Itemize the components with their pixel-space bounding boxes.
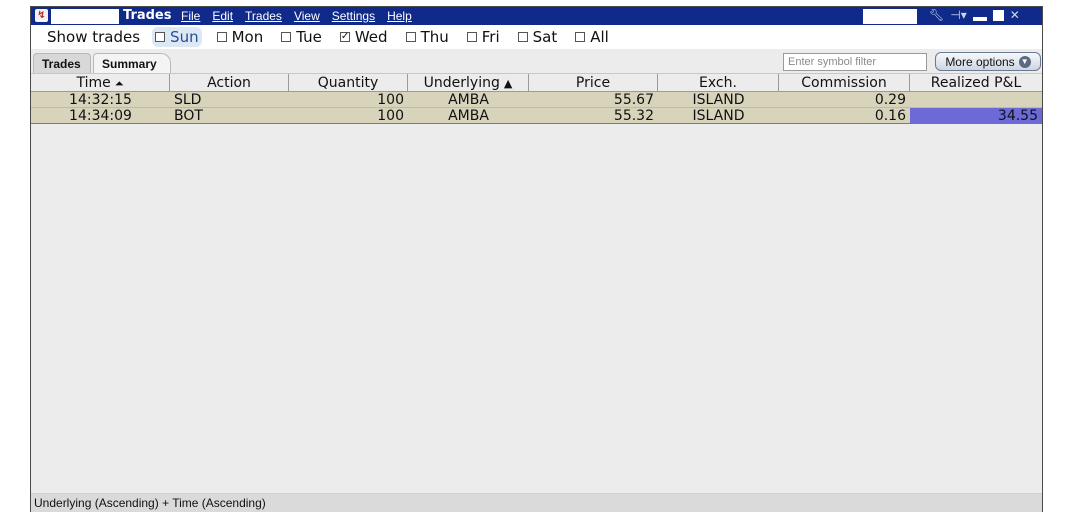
sort-double-up-icon: ⏶ [114, 77, 124, 90]
day-label: Wed [354, 28, 388, 46]
day-label: Sun [170, 28, 199, 46]
cell-action: BOT [174, 108, 203, 124]
table-row[interactable]: 14:32:15 SLD 100 AMBA 55.67 ISLAND 0.29 [31, 92, 1042, 108]
column-header-action[interactable]: Action [170, 74, 289, 92]
day-checkbox-thu[interactable]: Thu [403, 27, 452, 47]
column-header-underlying[interactable]: Underlying ▲ [408, 74, 529, 92]
status-bar: Underlying (Ascending) + Time (Ascending… [31, 493, 1042, 512]
cell-realized-pnl [910, 92, 1042, 108]
checkbox-icon[interactable] [466, 32, 477, 42]
cell-quantity: 100 [377, 108, 404, 124]
trades-table: Time ⏶ Action Quantity Underlying ▲ Price … [31, 73, 1042, 124]
cell-commission: 0.29 [874, 92, 906, 108]
day-checkbox-wed[interactable]: ✓ Wed [337, 27, 391, 47]
day-checkbox-sun[interactable]: Sun [152, 27, 202, 47]
day-checkbox-sat[interactable]: Sat [515, 27, 561, 47]
show-trades-bar: Show trades Sun Mon Tue ✓ Wed Thu Fri Sat All [31, 25, 1042, 49]
checkbox-icon[interactable] [575, 32, 586, 42]
day-checkbox-mon[interactable]: Mon [214, 27, 267, 47]
trades-window: ↯ Trades File Edit Trades View Settings … [30, 6, 1043, 512]
checkbox-icon[interactable] [517, 32, 528, 42]
column-header-time[interactable]: Time ⏶ [31, 74, 170, 92]
day-label: All [590, 28, 609, 46]
tab-trades[interactable]: Trades [33, 53, 91, 73]
title-redacted-area [51, 9, 119, 24]
more-options-label: More options [945, 54, 1015, 69]
show-trades-label: Show trades [47, 28, 141, 46]
column-header-exch[interactable]: Exch. [658, 74, 779, 92]
window-controls: 🔧︎ ⊣▾ ✕ [929, 8, 1020, 22]
day-label: Mon [231, 28, 264, 46]
checkbox-icon[interactable] [216, 32, 227, 42]
cell-action: SLD [174, 92, 202, 108]
checkbox-icon[interactable] [155, 32, 166, 42]
menu-settings[interactable]: Settings [332, 9, 375, 24]
checkbox-icon[interactable] [281, 32, 292, 42]
maximize-icon[interactable] [992, 9, 1004, 21]
wrench-icon[interactable]: 🔧︎ [929, 8, 944, 22]
app-logo-icon[interactable]: ↯ [35, 9, 48, 22]
pin-icon[interactable]: ⊣▾ [950, 8, 966, 22]
checkbox-checked-icon[interactable]: ✓ [339, 32, 350, 42]
day-checkbox-fri[interactable]: Fri [464, 27, 503, 47]
column-header-realized-pnl[interactable]: Realized P&L [910, 74, 1042, 92]
day-label: Sat [532, 28, 558, 46]
cell-time: 14:32:15 [69, 92, 132, 108]
day-checkboxes: Sun Mon Tue ✓ Wed Thu Fri Sat All [152, 27, 624, 47]
table-row[interactable]: 14:34:09 BOT 100 AMBA 55.32 ISLAND 0.16 … [31, 108, 1042, 124]
cell-quantity: 100 [377, 92, 404, 108]
sort-up-icon: ▲ [503, 77, 513, 90]
menu-help[interactable]: Help [387, 9, 412, 24]
day-label: Thu [420, 28, 449, 46]
day-checkbox-all[interactable]: All [572, 27, 612, 47]
menu-trades[interactable]: Trades [245, 9, 282, 24]
more-options-button[interactable]: More options ▼ [935, 52, 1041, 71]
column-header-price[interactable]: Price [529, 74, 658, 92]
menu-edit[interactable]: Edit [212, 9, 233, 24]
minimize-icon[interactable] [972, 17, 987, 21]
cell-price: 55.32 [613, 108, 654, 124]
day-label: Tue [296, 28, 322, 46]
checkbox-icon[interactable] [405, 32, 416, 42]
cell-realized-pnl: 34.55 [910, 108, 1042, 124]
chevron-down-icon: ▼ [1018, 55, 1031, 68]
column-header-commission[interactable]: Commission [779, 74, 910, 92]
cell-price: 55.67 [613, 92, 654, 108]
menu-bar: File Edit Trades View Settings Help [181, 9, 412, 24]
symbol-filter-input[interactable] [783, 53, 927, 71]
cell-time: 14:34:09 [69, 108, 132, 124]
title-redacted-area-right [863, 9, 917, 24]
menu-file[interactable]: File [181, 9, 200, 24]
tab-summary[interactable]: Summary [93, 53, 171, 73]
cell-exch: ISLAND [692, 92, 745, 108]
cell-underlying: AMBA [448, 92, 489, 108]
cell-commission: 0.16 [874, 108, 906, 124]
close-icon[interactable]: ✕ [1010, 8, 1020, 22]
cell-exch: ISLAND [692, 108, 745, 124]
window-title: Trades [123, 8, 172, 23]
menu-view[interactable]: View [294, 9, 320, 24]
column-header-quantity[interactable]: Quantity [289, 74, 408, 92]
title-bar[interactable]: ↯ Trades File Edit Trades View Settings … [31, 7, 1042, 25]
day-label: Fri [481, 28, 500, 46]
cell-underlying: AMBA [448, 108, 489, 124]
tab-row: Trades Summary More options ▼ [31, 50, 1042, 73]
day-checkbox-tue[interactable]: Tue [278, 27, 325, 47]
table-header: Time ⏶ Action Quantity Underlying ▲ Price … [31, 73, 1042, 92]
